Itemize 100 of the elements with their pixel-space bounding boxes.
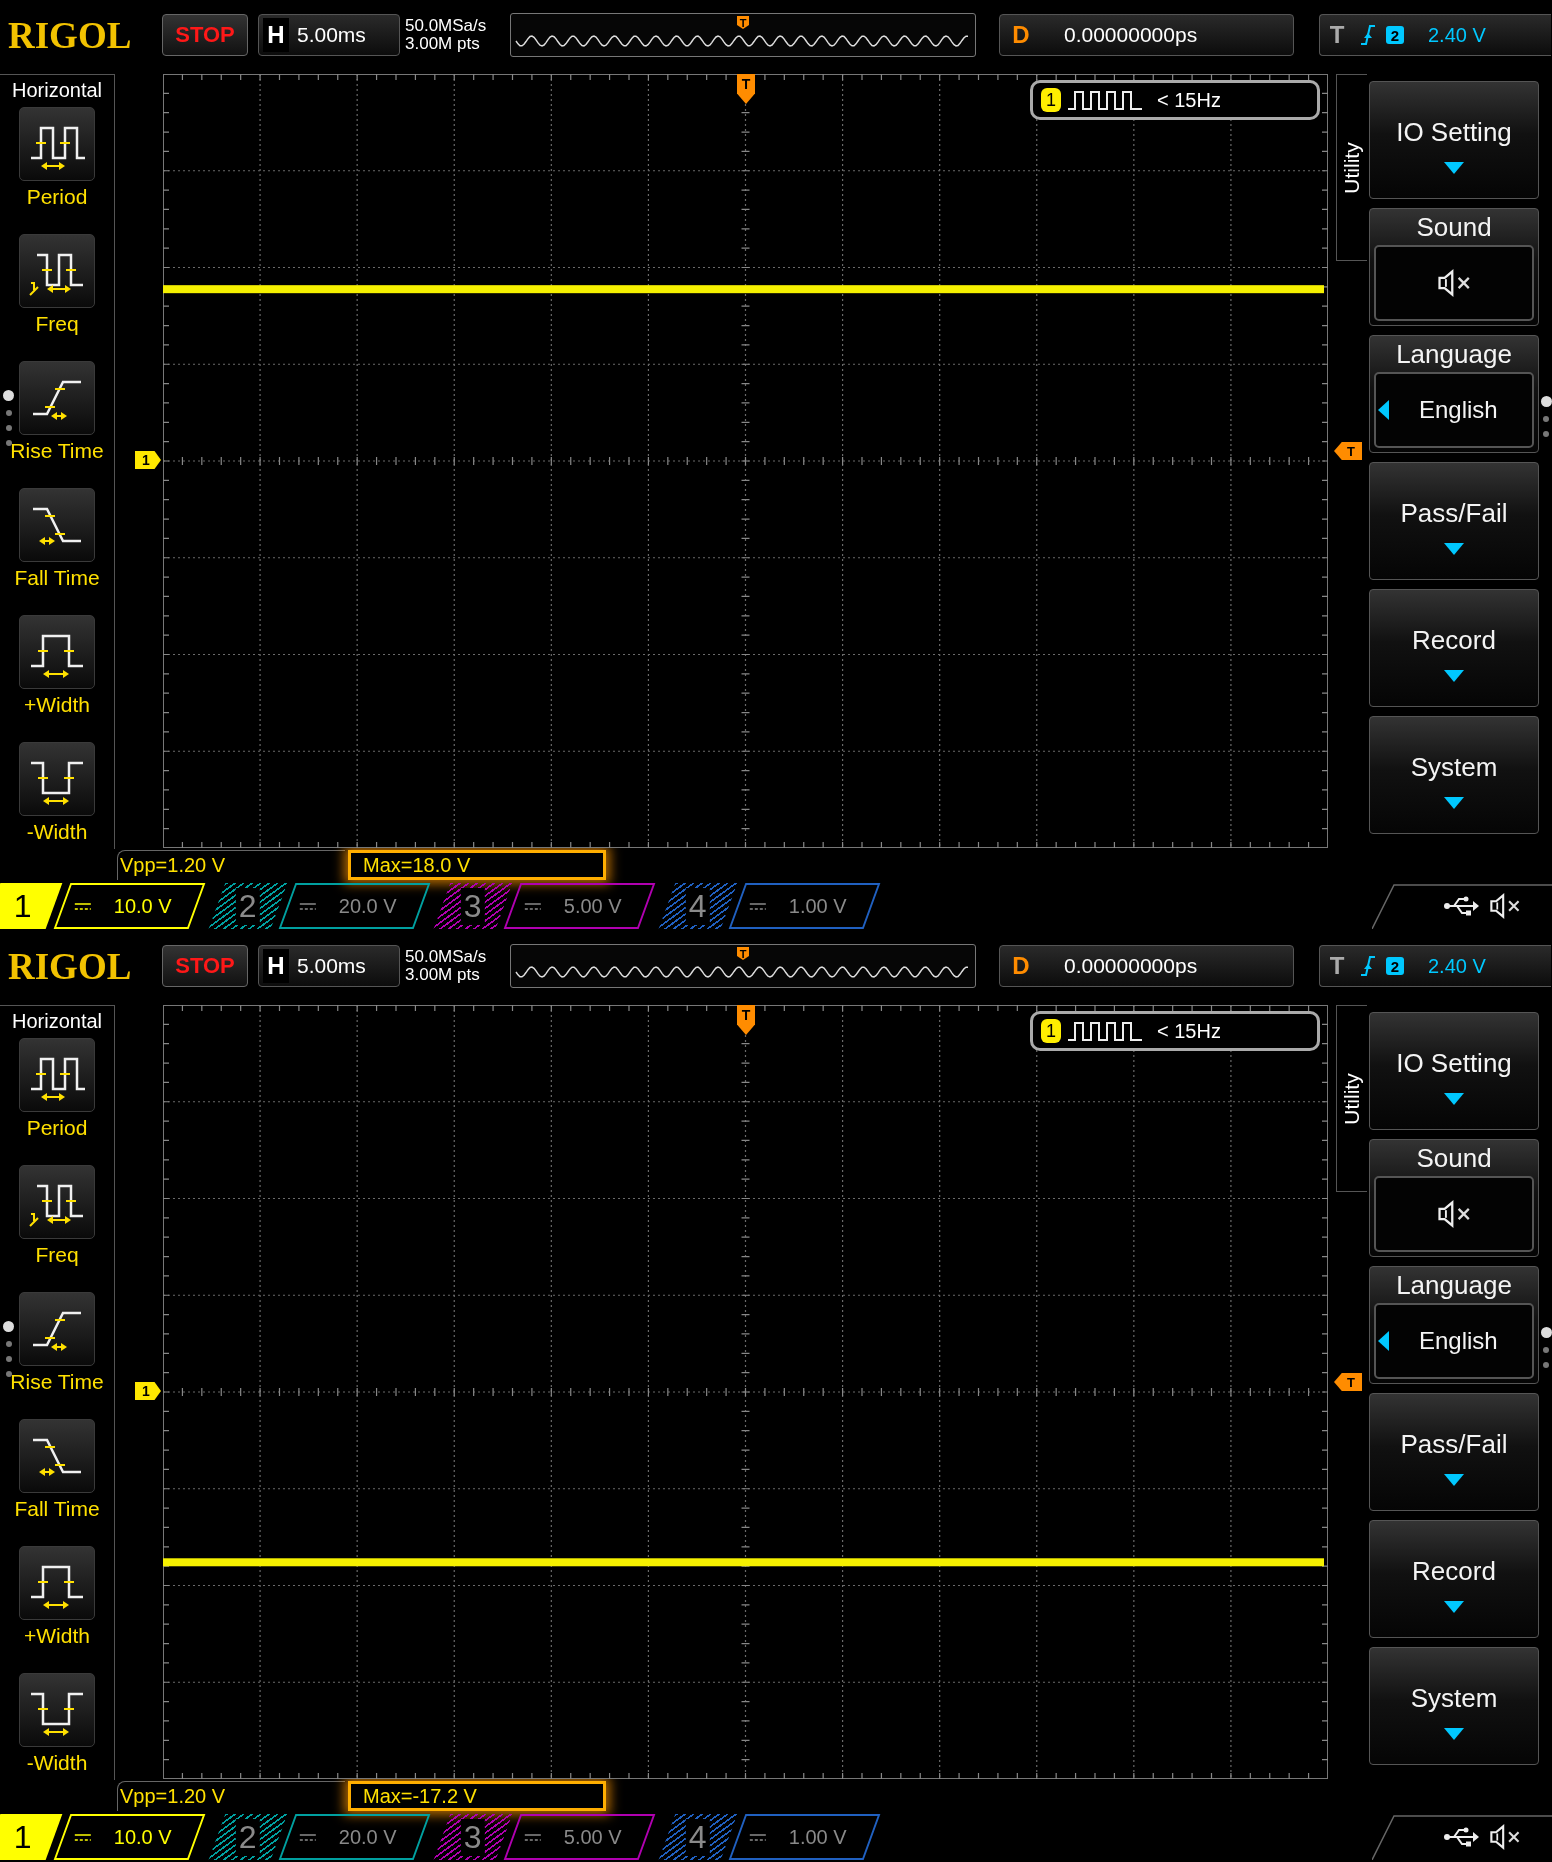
measurement-readout: Vpp=1.20 V — [117, 850, 345, 880]
menu-key[interactable]: IO Setting — [1369, 1012, 1539, 1130]
timebase-value: 5.00ms — [297, 23, 366, 47]
run-stop-status[interactable]: STOP — [162, 14, 248, 56]
menu-key[interactable]: Pass/Fail — [1369, 1393, 1539, 1511]
measure-button[interactable] — [19, 742, 95, 816]
measure-button[interactable] — [19, 1673, 95, 1747]
channel-number: 1 — [0, 883, 63, 929]
measure-button[interactable] — [19, 234, 95, 308]
delay-panel[interactable]: D 0.00000000ps — [999, 945, 1294, 987]
menu-key[interactable]: System — [1369, 716, 1539, 834]
trigger-source: 2 — [1386, 957, 1404, 975]
trigger-source: 2 — [1386, 26, 1404, 44]
channel-tab[interactable]: 1 10.0 V — [0, 1814, 206, 1860]
caret-down-icon — [1444, 796, 1464, 809]
delay-label: D — [1011, 951, 1031, 981]
dc-coupling-icon — [524, 1832, 542, 1842]
measure-button[interactable] — [19, 1546, 95, 1620]
measure-button[interactable] — [19, 488, 95, 562]
trigger-panel[interactable]: T 2 2.40 V — [1319, 14, 1551, 56]
timebase-panel[interactable]: H 5.00ms — [258, 945, 400, 987]
caret-left-icon — [1378, 1331, 1389, 1351]
sound-toggle[interactable] — [1374, 1176, 1534, 1252]
menu-key[interactable]: Language English — [1369, 335, 1539, 453]
rising-edge-icon — [1360, 955, 1376, 977]
mute-speaker-icon — [1437, 269, 1471, 297]
measure-label: Fall Time — [14, 1497, 100, 1521]
sample-rate: 50.0MSa/s — [405, 948, 488, 966]
menu-title: Horizontal — [11, 78, 102, 103]
caret-down-icon — [1444, 542, 1464, 555]
caret-down-icon — [1444, 1600, 1464, 1613]
trigger-level-marker[interactable]: T — [1334, 1373, 1362, 1391]
measure-label: Rise Time — [10, 1370, 104, 1394]
channel-number: 3 — [433, 1814, 513, 1860]
channel-marker[interactable]: 1 — [135, 451, 161, 469]
menu-key[interactable]: Pass/Fail — [1369, 462, 1539, 580]
measure-button[interactable] — [19, 107, 95, 181]
measure-label: Freq — [35, 312, 79, 336]
caret-down-icon — [1444, 161, 1464, 174]
trigger-level-marker[interactable]: T — [1334, 442, 1362, 460]
measure-button[interactable] — [19, 1292, 95, 1366]
caret-down-icon — [1444, 1473, 1464, 1486]
delay-value: 0.00000000ps — [1064, 954, 1198, 978]
channel-tab[interactable]: 4 1.00 V — [658, 883, 881, 929]
run-stop-status[interactable]: STOP — [162, 945, 248, 987]
measure-label: -Width — [26, 1751, 88, 1775]
measure-button[interactable] — [19, 615, 95, 689]
menu-key[interactable]: Sound — [1369, 208, 1539, 326]
language-select[interactable]: English — [1374, 1303, 1534, 1379]
measure-button[interactable] — [19, 1419, 95, 1493]
measure-label: -Width — [26, 820, 88, 844]
rising-edge-icon — [1360, 24, 1376, 46]
timebase-panel[interactable]: H 5.00ms — [258, 14, 400, 56]
timebase-value: 5.00ms — [297, 954, 366, 978]
counter-reading: < 15Hz — [1157, 88, 1221, 112]
channel-tab[interactable]: 4 1.00 V — [658, 1814, 881, 1860]
caret-left-icon — [1378, 400, 1389, 420]
channel-number: 4 — [658, 883, 738, 929]
channel-tab[interactable]: 1 10.0 V — [0, 883, 206, 929]
measure-label: Period — [26, 1116, 88, 1140]
menu-key[interactable]: Record — [1369, 1520, 1539, 1638]
sound-toggle[interactable] — [1374, 245, 1534, 321]
channel-tab[interactable]: 3 5.00 V — [433, 1814, 656, 1860]
menu-title: Horizontal — [11, 1009, 102, 1034]
channel-tab[interactable]: 2 20.0 V — [208, 883, 431, 929]
menu-key[interactable]: Record — [1369, 589, 1539, 707]
trigger-panel[interactable]: T 2 2.40 V — [1319, 945, 1551, 987]
menu-key[interactable]: Sound — [1369, 1139, 1539, 1257]
usb-icon — [1443, 1826, 1480, 1848]
delay-panel[interactable]: D 0.00000000ps — [999, 14, 1294, 56]
channel-badge: 1 — [1041, 1019, 1061, 1043]
measure-button[interactable] — [19, 1165, 95, 1239]
channel-marker[interactable]: 1 — [135, 1382, 161, 1400]
dc-coupling-icon — [749, 901, 767, 911]
measure-button[interactable] — [19, 1038, 95, 1112]
channel-number: 3 — [433, 883, 513, 929]
caret-down-icon — [1444, 1092, 1464, 1105]
language-select[interactable]: English — [1374, 372, 1534, 448]
measure-label: +Width — [24, 693, 90, 717]
dc-coupling-icon — [524, 901, 542, 911]
channel-number: 2 — [208, 1814, 288, 1860]
trigger-position-marker: T — [737, 947, 749, 960]
measurement-readout: Vpp=1.20 V — [117, 1781, 345, 1811]
trigger-label: T — [1328, 20, 1346, 50]
brand-logo: RIGOL — [8, 944, 133, 988]
channel-tab[interactable]: 2 20.0 V — [208, 1814, 431, 1860]
counter-reading: < 15Hz — [1157, 1019, 1221, 1043]
trigger-level: 2.40 V — [1428, 954, 1486, 978]
trigger-level: 2.40 V — [1428, 23, 1486, 47]
mute-speaker-icon — [1437, 1200, 1471, 1228]
channel-tab[interactable]: 3 5.00 V — [433, 883, 656, 929]
delay-label: D — [1011, 20, 1031, 50]
sample-rate: 50.0MSa/s — [405, 17, 488, 35]
menu-key[interactable]: System — [1369, 1647, 1539, 1765]
measure-label: Fall Time — [14, 566, 100, 590]
measure-button[interactable] — [19, 361, 95, 435]
menu-key[interactable]: Language English — [1369, 1266, 1539, 1384]
dc-coupling-icon — [749, 1832, 767, 1842]
measure-label: +Width — [24, 1624, 90, 1648]
menu-key[interactable]: IO Setting — [1369, 81, 1539, 199]
